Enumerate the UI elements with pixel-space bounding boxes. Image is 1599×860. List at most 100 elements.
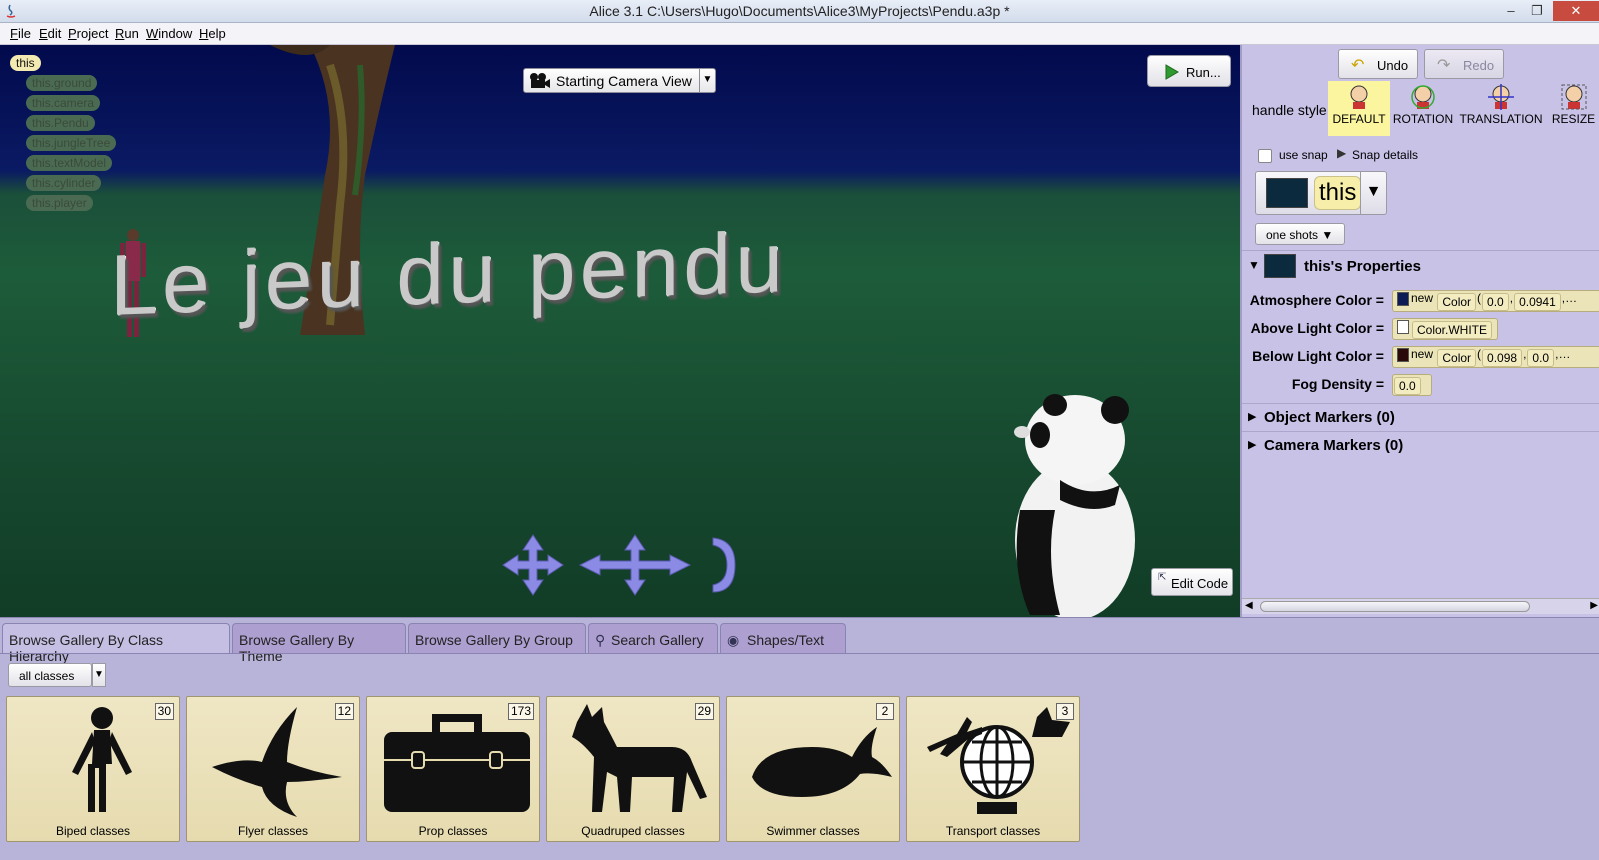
scene-node-jungle-tree[interactable]: this.jungleTree: [26, 135, 117, 151]
chevron-down-icon[interactable]: ▼: [92, 663, 106, 687]
scene-node-player[interactable]: this.player: [26, 195, 93, 211]
resize-handle-icon: [1561, 84, 1586, 110]
menu-project[interactable]: Project: [68, 26, 108, 41]
window-title-bar: Alice 3.1 C:\Users\Hugo\Documents\Alice3…: [0, 0, 1599, 23]
below-light-color-value[interactable]: new Color(0.098, 0.0,…: [1392, 346, 1599, 368]
handle-translation-option[interactable]: TRANSLATION: [1456, 81, 1546, 136]
whale-icon: [752, 727, 892, 797]
redo-button[interactable]: ↷ Redo: [1424, 49, 1504, 79]
expand-right-icon[interactable]: ▶: [1248, 438, 1256, 451]
scene-3d-text: Le jeu du pendu: [110, 214, 787, 334]
camera-view-select[interactable]: Starting Camera View ▼: [523, 68, 716, 93]
scrollbar-thumb[interactable]: [1260, 601, 1530, 612]
property-row-above-light-color: Above Light Color = Color.WHITE: [1242, 318, 1599, 342]
minimize-button[interactable]: –: [1498, 1, 1524, 21]
panda-player-model: [1014, 394, 1135, 617]
handle-style-label: handle style:: [1252, 102, 1331, 118]
camera-navigation-controls[interactable]: [495, 530, 745, 600]
gallery-card-prop[interactable]: 173 Prop classes: [366, 696, 540, 842]
scene-node-this[interactable]: this: [10, 55, 41, 71]
color-swatch: [1397, 347, 1409, 362]
window-title: Alice 3.1 C:\Users\Hugo\Documents\Alice3…: [589, 3, 1010, 19]
properties-title: this's Properties: [1304, 258, 1421, 275]
above-light-color-value[interactable]: Color.WHITE: [1392, 318, 1498, 340]
scene-view[interactable]: Le jeu du pendu this this.ground this.ca…: [0, 45, 1240, 617]
undo-button[interactable]: ↶ Undo: [1338, 49, 1418, 79]
handle-default-option[interactable]: DEFAULT: [1328, 81, 1390, 136]
shapes-icon: ◉: [727, 632, 740, 648]
restore-button[interactable]: ❐: [1524, 1, 1550, 21]
selected-object-name: this: [1314, 176, 1362, 210]
scene-thumbnail: [1266, 178, 1308, 208]
collapse-down-icon[interactable]: ▼: [1248, 258, 1260, 272]
scroll-left-icon[interactable]: ◀: [1245, 600, 1253, 611]
scroll-right-icon[interactable]: ▶: [1590, 600, 1598, 611]
selected-object-dropdown[interactable]: this ▼: [1255, 171, 1387, 215]
video-camera-icon: [530, 73, 550, 88]
scene-object-tree: this this.ground this.camera this.Pendu …: [10, 55, 117, 215]
gallery-card-swimmer[interactable]: 2 Swimmer classes: [726, 696, 900, 842]
color-swatch: [1397, 291, 1409, 306]
tab-by-theme[interactable]: Browse Gallery By Theme: [232, 623, 406, 664]
use-snap-label: use snap: [1279, 148, 1328, 162]
camera-view-label: Starting Camera View: [556, 73, 692, 89]
expand-right-icon[interactable]: ▶: [1248, 410, 1256, 423]
menu-window[interactable]: Window: [146, 26, 192, 41]
gallery-card-transport[interactable]: 3 Transport classes: [906, 696, 1080, 842]
tab-search-gallery[interactable]: ⚲ Search Gallery: [588, 623, 718, 653]
right-properties-panel: ↶ Undo ↷ Redo handle style: DEFAULT ROTA…: [1240, 45, 1599, 617]
use-snap-checkbox[interactable]: [1258, 149, 1272, 163]
run-button[interactable]: Run...: [1147, 55, 1231, 87]
scene-node-pendu[interactable]: this.Pendu: [26, 115, 95, 131]
translation-handle-icon: [1488, 84, 1514, 110]
menu-run[interactable]: Run: [115, 26, 139, 41]
tab-by-group[interactable]: Browse Gallery By Group: [408, 623, 586, 653]
horizontal-scrollbar[interactable]: ◀ ▶: [1242, 598, 1599, 614]
menu-edit[interactable]: Edit: [39, 26, 61, 41]
search-icon: ⚲: [595, 632, 606, 648]
rotation-handle-icon: [1411, 85, 1435, 109]
default-handle-icon: [1350, 85, 1368, 109]
menu-bar: File Edit Project Run Window Help: [0, 23, 1599, 45]
object-markers-section[interactable]: ▶ Object Markers (0): [1242, 403, 1599, 431]
scene-node-ground[interactable]: this.ground: [26, 75, 98, 91]
flyer-icon: [212, 707, 342, 817]
edit-code-label: Edit Code: [1171, 576, 1229, 591]
tab-class-hierarchy[interactable]: Browse Gallery By Class Hierarchy: [2, 623, 230, 664]
quadruped-icon: [572, 704, 707, 812]
scene-node-text-model[interactable]: this.textModel: [26, 155, 113, 171]
edit-code-button[interactable]: ⇱ Edit Code: [1151, 568, 1233, 596]
fog-density-value[interactable]: 0.0: [1392, 374, 1432, 396]
chevron-down-icon[interactable]: ▼: [699, 69, 715, 92]
scene-thumbnail: [1264, 254, 1296, 278]
tab-divider: [0, 653, 1599, 654]
handle-rotation-option[interactable]: ROTATION: [1390, 81, 1456, 136]
scene-node-camera[interactable]: this.camera: [26, 95, 101, 111]
one-shots-button[interactable]: one shots ▼: [1255, 223, 1345, 245]
undo-icon: ↶: [1351, 57, 1365, 74]
camera-markers-label: Camera Markers (0): [1264, 437, 1404, 454]
menu-help[interactable]: Help: [199, 26, 226, 41]
properties-section-header[interactable]: ▼ this's Properties: [1242, 250, 1599, 280]
classes-filter-select[interactable]: all classes: [8, 663, 92, 687]
redo-icon: ↷: [1437, 57, 1451, 74]
property-row-below-light-color: Below Light Color = new Color(0.098, 0.0,…: [1242, 346, 1599, 370]
color-swatch: [1397, 319, 1409, 334]
gallery-card-biped[interactable]: 30 Biped classes: [6, 696, 180, 842]
menu-file[interactable]: File: [10, 26, 31, 41]
property-row-atmosphere-color: Atmosphere Color = new Color(0.0, 0.0941,…: [1242, 290, 1599, 314]
tab-shapes-text[interactable]: ◉ Shapes/Text: [720, 623, 846, 653]
gallery-panel: Browse Gallery By Class Hierarchy Browse…: [0, 617, 1599, 860]
chevron-down-icon[interactable]: ▼: [1360, 172, 1386, 214]
object-markers-label: Object Markers (0): [1264, 409, 1395, 426]
atmosphere-color-value[interactable]: new Color(0.0, 0.0941,…: [1392, 290, 1599, 312]
gallery-card-flyer[interactable]: 12 Flyer classes: [186, 696, 360, 842]
close-button[interactable]: ✕: [1553, 1, 1599, 21]
snap-details-label[interactable]: Snap details: [1352, 148, 1418, 162]
gallery-card-quadruped[interactable]: 29 Quadruped classes: [546, 696, 720, 842]
biped-icon: [72, 707, 132, 812]
expand-right-icon[interactable]: ▶: [1337, 146, 1346, 160]
handle-resize-option[interactable]: RESIZE: [1546, 81, 1599, 136]
scene-node-cylinder[interactable]: this.cylinder: [26, 175, 102, 191]
camera-markers-section[interactable]: ▶ Camera Markers (0): [1242, 431, 1599, 459]
